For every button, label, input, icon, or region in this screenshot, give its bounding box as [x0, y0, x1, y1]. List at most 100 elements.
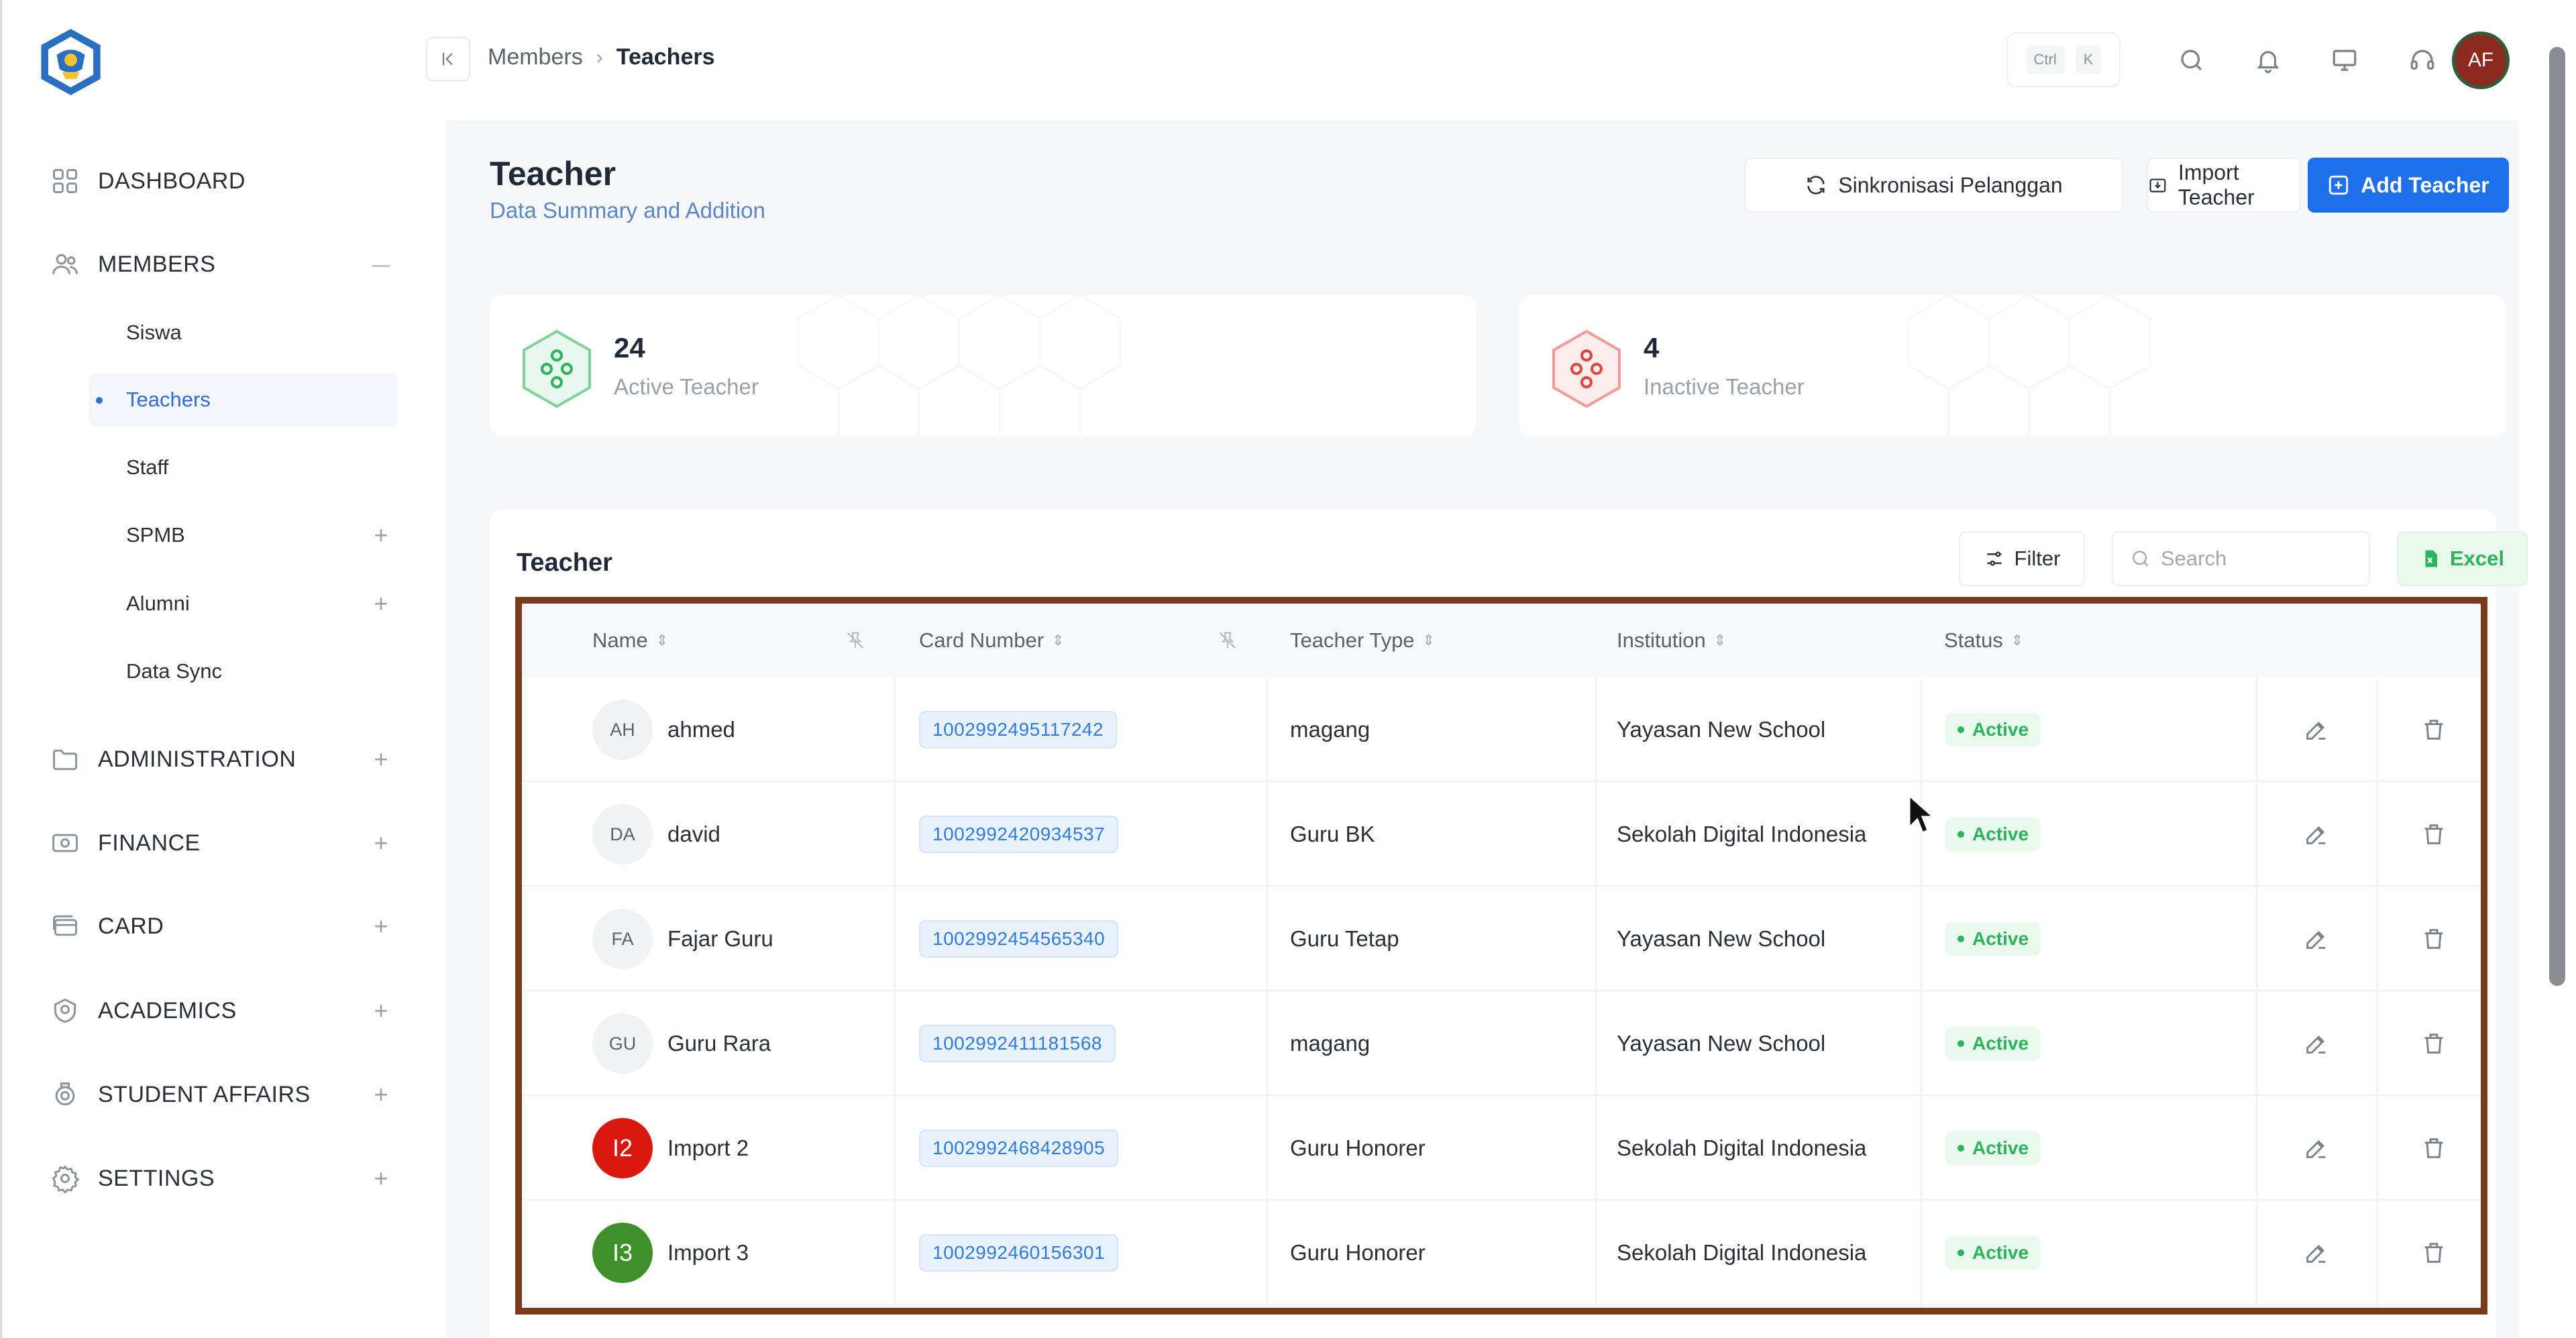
sort-icon[interactable]: ⇕ [1714, 632, 1726, 649]
sidebar-item-settings[interactable]: SETTINGS + [49, 1155, 398, 1202]
sidebar-subitem-data-sync[interactable]: Data Sync [89, 645, 398, 698]
sort-icon[interactable]: ⇕ [656, 632, 668, 649]
column-header-institution[interactable]: Institution ⇕ [1617, 604, 1726, 677]
column-header-card-number[interactable]: Card Number ⇕ [919, 604, 1065, 677]
card-number-badge[interactable]: 1002992495117242 [919, 711, 1118, 748]
sidebar-item-administration[interactable]: ADMINISTRATION + [49, 736, 398, 783]
expand-toggle[interactable]: + [364, 826, 398, 860]
filter-label: Filter [2014, 547, 2061, 570]
card-number-badge[interactable]: 1002992454565340 [919, 920, 1119, 958]
column-label: Name [592, 628, 648, 652]
table-header: Name ⇕ Card Number ⇕ Teacher Type ⇕ Inst… [522, 604, 2481, 677]
trash-icon[interactable] [2420, 1135, 2447, 1162]
collapse-toggle[interactable]: — [364, 247, 398, 281]
sidebar-item-finance[interactable]: FINANCE + [49, 820, 398, 867]
pin-icon[interactable] [1216, 629, 1239, 652]
expand-toggle[interactable]: + [364, 909, 398, 943]
expand-toggle[interactable]: + [364, 994, 398, 1027]
user-avatar[interactable]: AF [2452, 32, 2510, 89]
trash-icon[interactable] [2420, 821, 2447, 848]
breadcrumb-members[interactable]: Members [488, 44, 583, 70]
card-number-badge[interactable]: 1002992460156301 [919, 1234, 1119, 1272]
monitor-icon[interactable] [2324, 40, 2365, 80]
teacher-name: Fajar Guru [667, 926, 773, 951]
expand-toggle[interactable]: + [364, 587, 398, 620]
page-scrollbar[interactable] [2549, 47, 2565, 986]
command-shortcut-button[interactable]: Ctrl K [2006, 32, 2121, 87]
status-label: Active [1972, 719, 2029, 740]
active-teacher-count: 24 [614, 332, 645, 364]
sort-icon[interactable]: ⇕ [1052, 632, 1064, 649]
collapse-sidebar-button[interactable] [426, 37, 470, 81]
table-row[interactable]: FA Fajar Guru 1002992454565340 Guru Tetap Ya… [522, 887, 2481, 991]
trash-icon[interactable] [2420, 926, 2447, 952]
sidebar-item-academics[interactable]: ACADEMICS + [49, 987, 398, 1034]
trash-icon[interactable] [2420, 1030, 2447, 1057]
sidebar-subitem-alumni[interactable]: Alumni + [89, 577, 398, 630]
sync-customer-button[interactable]: Sinkronisasi Pelanggan [1744, 158, 2123, 213]
excel-label: Excel [2449, 547, 2504, 570]
table-row[interactable]: GU Guru Rara 1002992411181568 magang Yayasan… [522, 991, 2481, 1096]
sort-icon[interactable]: ⇕ [1423, 632, 1435, 649]
app-logo[interactable] [36, 27, 106, 97]
delete-cell [2420, 1201, 2447, 1305]
edit-icon[interactable] [2303, 1135, 2330, 1162]
search-icon[interactable] [2171, 40, 2212, 80]
expand-toggle[interactable]: + [364, 1078, 398, 1111]
search-input[interactable]: Search [2112, 531, 2370, 586]
pin-icon[interactable] [844, 629, 867, 652]
edit-icon[interactable] [2303, 1030, 2330, 1057]
column-header-teacher-type[interactable]: Teacher Type ⇕ [1290, 604, 1435, 677]
avatar-initials: GU [592, 1013, 653, 1074]
edit-cell [2303, 677, 2330, 782]
sidebar-subitem-label: Alumni [126, 592, 190, 615]
sort-icon[interactable]: ⇕ [2011, 632, 2023, 649]
edit-icon[interactable] [2303, 1239, 2330, 1266]
column-header-name[interactable]: Name ⇕ [592, 604, 668, 677]
add-teacher-button[interactable]: Add Teacher [2308, 158, 2509, 213]
sidebar-item-label: MEMBERS [98, 251, 216, 277]
trash-icon[interactable] [2420, 1239, 2447, 1266]
excel-export-button[interactable]: Excel [2397, 531, 2528, 586]
sidebar-item-dashboard[interactable]: DASHBOARD [49, 158, 398, 205]
k-key: K [2075, 46, 2102, 74]
teacher-type: magang [1290, 1031, 1371, 1056]
sidebar-subitem-staff[interactable]: Staff [89, 441, 398, 494]
expand-toggle[interactable]: + [364, 742, 398, 776]
edit-icon[interactable] [2303, 821, 2330, 848]
teacher-table-card: Teacher Filter Search Excel Name ⇕ Card … [490, 510, 2528, 1338]
top-bar: Members › Teachers Ctrl K AF [426, 0, 2519, 121]
sidebar-subitem-label: SPMB [126, 523, 185, 547]
card-number-badge[interactable]: 1002992420934537 [919, 816, 1119, 853]
edit-icon[interactable] [2303, 926, 2330, 952]
sidebar-subitem-teachers[interactable]: Teachers [89, 373, 398, 427]
table-row[interactable]: I3 Import 3 1002992460156301 Guru Honorer Se… [522, 1201, 2481, 1305]
card-number-badge[interactable]: 1002992468428905 [919, 1129, 1119, 1167]
filter-button[interactable]: Filter [1959, 531, 2085, 586]
sidebar-item-card[interactable]: CARD + [49, 903, 398, 950]
table-row[interactable]: DA david 1002992420934537 Guru BK Sekolah Di… [522, 782, 2481, 887]
status-badge: Active [1945, 818, 2041, 851]
sidebar-subitem-spmb[interactable]: SPMB + [89, 508, 398, 562]
bell-icon[interactable] [2248, 40, 2288, 80]
status-dot [1957, 831, 1964, 838]
sidebar: DASHBOARD MEMBERS — Siswa Teachers Staff… [0, 0, 446, 1338]
headset-icon[interactable] [2402, 40, 2443, 80]
sidebar-item-student-affairs[interactable]: STUDENT AFFAIRS + [49, 1071, 398, 1118]
institution: Yayasan New School [1617, 717, 1826, 742]
ctrl-key: Ctrl [2025, 46, 2065, 74]
table-row[interactable]: AH ahmed 1002992495117242 magang Yayasan New… [522, 677, 2481, 782]
card-number-badge[interactable]: 1002992411181568 [919, 1025, 1116, 1062]
teacher-name: Import 2 [667, 1135, 749, 1160]
import-teacher-button[interactable]: Import Teacher [2147, 158, 2301, 213]
trash-icon[interactable] [2420, 716, 2447, 743]
column-header-status[interactable]: Status ⇕ [1944, 604, 2023, 677]
expand-toggle[interactable]: + [364, 1162, 398, 1195]
table-row[interactable]: I2 Import 2 1002992468428905 Guru Honorer Se… [522, 1096, 2481, 1201]
sidebar-subitem-siswa[interactable]: Siswa [89, 306, 398, 359]
edit-icon[interactable] [2303, 716, 2330, 743]
sidebar-subitem-label: Teachers [126, 388, 211, 411]
expand-toggle[interactable]: + [364, 518, 398, 552]
sidebar-item-members[interactable]: MEMBERS — [49, 241, 398, 288]
teacher-type: Guru BK [1290, 822, 1375, 846]
